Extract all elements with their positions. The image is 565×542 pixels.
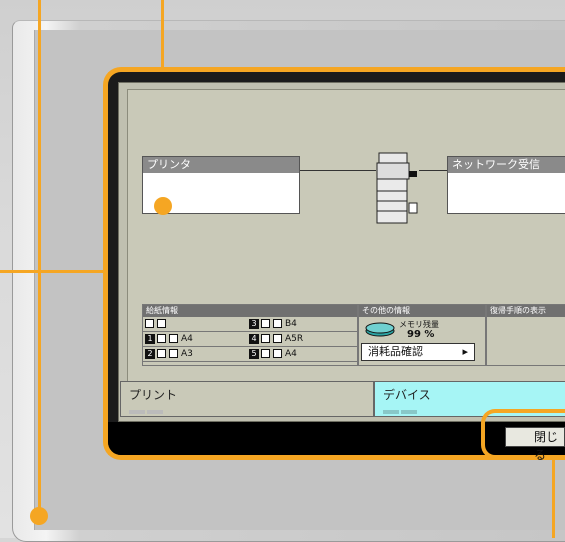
network-receive-title: ネットワーク受信 (448, 157, 565, 173)
connector-left (300, 170, 376, 171)
callout-line-horizontal (0, 270, 103, 273)
lcd-screen: プリンタ ネットワーク受信 給紙情報 3 B4 1 A4 4 A5R 2 A3 … (118, 82, 565, 422)
paper-row-1-left (143, 317, 247, 332)
tab-device-label: デバイス (383, 388, 431, 402)
arrow-right-icon: ▸ (462, 345, 468, 358)
callout-line-close (552, 459, 555, 538)
network-receive-panel[interactable]: ネットワーク受信 (447, 156, 565, 214)
consumables-button[interactable]: 消耗品確認 ▸ (361, 343, 475, 361)
paper-row-3-left: 2 A3 (143, 347, 247, 362)
callout-line-left (38, 0, 41, 514)
paper-info-title: 給紙情報 (143, 305, 357, 317)
tab-print[interactable]: プリント (120, 381, 374, 417)
memory-value: 99 % (407, 329, 435, 340)
printer-panel-title: プリンタ (143, 157, 299, 173)
recovery-title: 復帰手順の表示 (487, 305, 565, 317)
close-button[interactable]: 閉じる (505, 427, 565, 462)
callout-dot-printer (154, 197, 172, 215)
memory-icon (365, 322, 395, 337)
tab-print-label: プリント (129, 388, 178, 402)
status-area: プリンタ ネットワーク受信 給紙情報 3 B4 1 A4 4 A5R 2 A3 … (120, 89, 565, 417)
callout-dot-bottom (30, 507, 48, 525)
paper-row-3-right: 5 A4 (247, 347, 357, 362)
other-info-section: その他の情報 メモリ残量 99 % 消耗品確認 ▸ (358, 304, 486, 366)
touch-panel-display: プリンタ ネットワーク受信 給紙情報 3 B4 1 A4 4 A5R 2 A3 … (103, 67, 565, 460)
paper-row-1-right: 3 B4 (247, 317, 357, 332)
other-info-title: その他の情報 (359, 305, 485, 317)
paper-row-2-left: 1 A4 (143, 332, 247, 347)
paper-row-2-right: 4 A5R (247, 332, 357, 347)
connector-right (419, 170, 447, 171)
recovery-section[interactable]: 復帰手順の表示 (486, 304, 565, 366)
copier-machine-icon (376, 152, 418, 224)
paper-info-section: 給紙情報 3 B4 1 A4 4 A5R 2 A3 5 A4 (142, 304, 358, 366)
